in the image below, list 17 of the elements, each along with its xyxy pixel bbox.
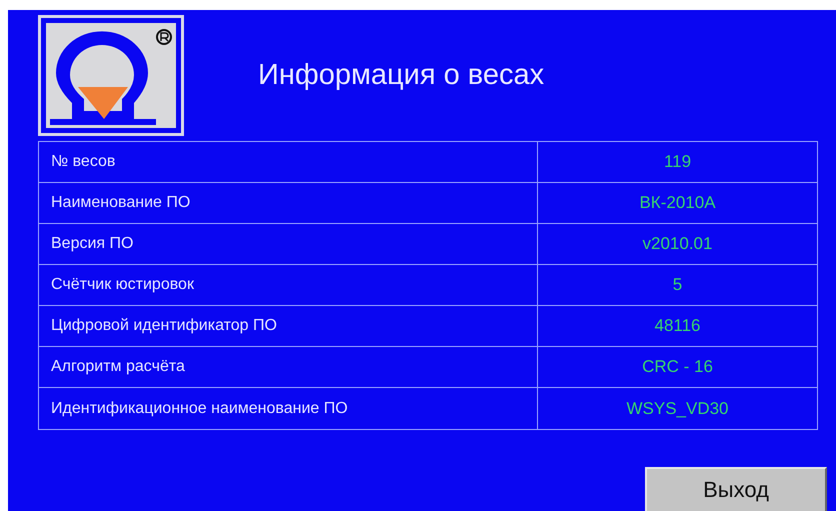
row-label: Идентификационное наименование ПО — [39, 388, 538, 429]
logo-icon — [38, 15, 184, 136]
row-value: ВК-2010А — [538, 183, 817, 224]
row-value: 119 — [538, 142, 817, 183]
row-label: Наименование ПО — [39, 183, 538, 224]
row-value: WSYS_VD30 — [625, 398, 730, 420]
row-value: 48116 — [538, 306, 817, 347]
row-label: № весов — [39, 142, 538, 183]
screen-title: Информация о весах — [258, 59, 544, 92]
row-label: Цифровой идентификатор ПО — [39, 306, 538, 347]
row-label: Версия ПО — [39, 224, 538, 265]
row-label: Счётчик юстировок — [39, 265, 538, 306]
row-label: Алгоритм расчёта — [39, 347, 538, 388]
row-value: 5 — [538, 265, 817, 306]
row-value: v2010.01 — [538, 224, 817, 265]
exit-button[interactable]: Выход — [645, 467, 827, 511]
row-value: CRC - 16 — [538, 347, 817, 388]
